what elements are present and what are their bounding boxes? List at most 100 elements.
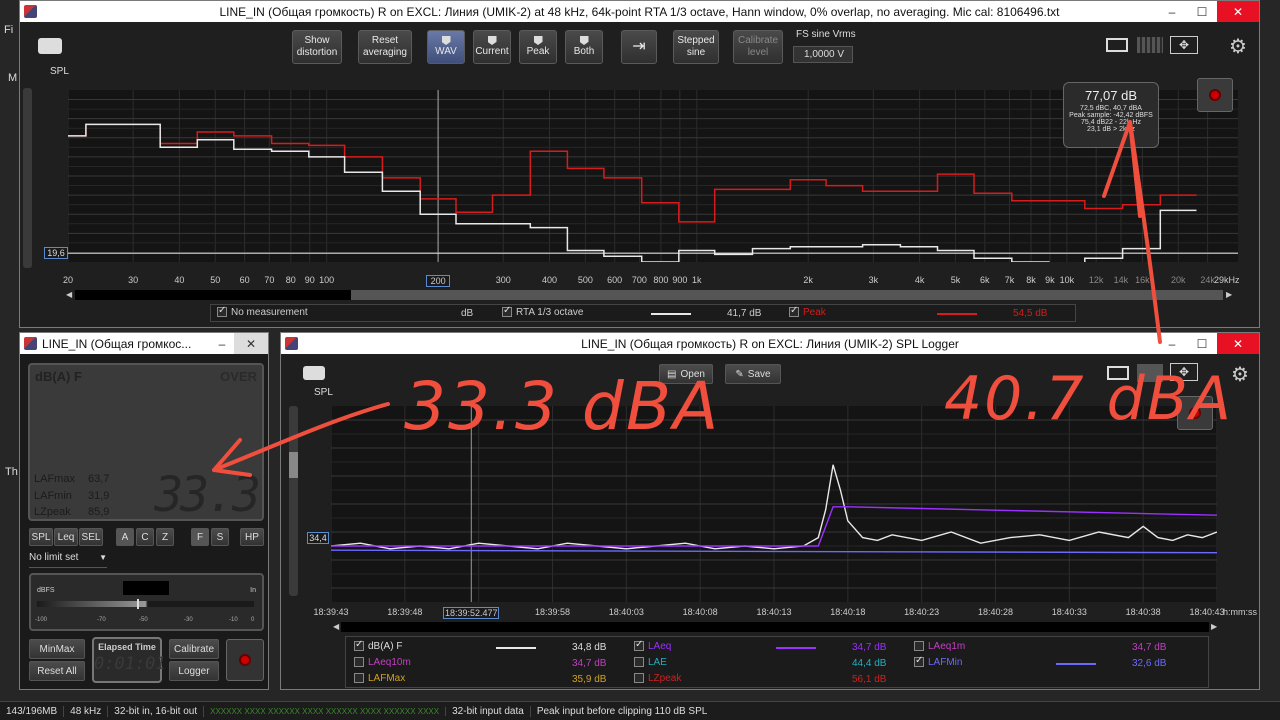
dbfs-panel: dBFS In -100 -70 -50 -30 -10 0 [29, 573, 264, 631]
peak-legend-item[interactable]: Peak [789, 305, 826, 318]
logger-scroll-right-icon[interactable]: ▶ [1211, 622, 1217, 631]
logger-close-button[interactable]: ✕ [1217, 333, 1259, 354]
logger-legend-label-7: LZpeak [648, 673, 682, 684]
sel-mode-button[interactable]: SEL [79, 528, 103, 546]
no-measurement-item[interactable]: No measurement [217, 305, 308, 318]
logger-legend-item-0[interactable]: dB(A) F [354, 639, 402, 652]
z-weight-button[interactable]: Z [156, 528, 174, 546]
save-icon: ✎ [735, 368, 744, 380]
dbfs-tick-2: -50 [139, 617, 148, 623]
peak-icon [533, 36, 543, 45]
dbfs-tick-1: -70 [97, 617, 106, 623]
reset-averaging-button[interactable]: Reset averaging [358, 30, 412, 64]
minimize-button[interactable]: – [1157, 1, 1187, 22]
no-measurement-checkbox[interactable] [217, 305, 227, 318]
logger-legend-checkbox-2[interactable] [914, 641, 924, 652]
logger-legend-item-6[interactable]: LAFMax [354, 673, 405, 684]
logger-scrollbar[interactable] [341, 622, 1209, 632]
fast-button[interactable]: F [191, 528, 209, 546]
logger-legend-item-2[interactable]: LAeq1m [914, 641, 965, 652]
logger-legend-checkbox-6[interactable] [354, 673, 364, 684]
calibrate-button[interactable]: Calibrate [169, 639, 219, 659]
fullscreen-icon[interactable]: ✥ [1170, 36, 1198, 54]
spl-mode-button[interactable]: SPL [29, 528, 53, 546]
stat-label-0: LAFmax [34, 473, 75, 485]
logger-legend-item-4[interactable]: LAE [634, 657, 667, 668]
logger-legend-item-5[interactable]: LAFMin [914, 655, 962, 668]
show-distortion-button[interactable]: Show distortion [292, 30, 342, 64]
logger-button[interactable]: Logger [169, 661, 219, 681]
slow-button[interactable]: S [211, 528, 229, 546]
logger-legend-checkbox-4[interactable] [634, 657, 644, 668]
rta-x-tick-9: 200 [426, 275, 451, 287]
export-button[interactable]: ⇥ [621, 30, 657, 64]
close-button[interactable]: ✕ [1217, 1, 1259, 22]
logger-legend-item-3[interactable]: LAeq10m [354, 657, 411, 668]
current-label: Current [475, 46, 509, 57]
stepped-sine-button[interactable]: Stepped sine [673, 30, 719, 64]
rta-legend-line [651, 313, 691, 315]
settings-gear-icon[interactable]: ⚙ [1229, 34, 1247, 59]
maximize-button[interactable]: ☐ [1187, 1, 1217, 22]
reset-all-button[interactable]: Reset All [29, 661, 85, 681]
wav-button[interactable]: WAV [427, 30, 465, 64]
save-button[interactable]: ✎ Save [725, 364, 781, 384]
logger-legend-checkbox-3[interactable] [354, 657, 364, 668]
log-x-tick-2: 18:39:52.477 [443, 607, 500, 619]
annotation-left-text: 33.3 dBA [404, 368, 721, 445]
rta-x-tick-29: 16k [1135, 275, 1150, 285]
status-bits: 32-bit in, 16-bit out [108, 705, 205, 717]
logger-camera-icon[interactable] [303, 366, 325, 380]
logger-legend-item-7[interactable]: LZpeak [634, 673, 681, 684]
rta-scrollbar[interactable] [75, 290, 1223, 300]
layout-icon[interactable] [1137, 37, 1163, 53]
calibrate-level-button[interactable]: Calibrate level [733, 30, 783, 64]
logger-level-thumb[interactable] [289, 452, 298, 478]
hp-button[interactable]: HP [240, 528, 264, 546]
logger-legend-label-2: LAeq1m [928, 641, 966, 652]
logger-minimize-button[interactable]: – [1157, 333, 1187, 354]
rta-level-bar[interactable] [23, 88, 32, 268]
logger-maximize-button[interactable]: ☐ [1187, 333, 1217, 354]
logger-legend-checkbox-0[interactable] [354, 639, 364, 652]
dbfs-tick-3: -30 [184, 617, 193, 623]
current-button[interactable]: Current [473, 30, 511, 64]
log-x-tick-6: 18:40:13 [756, 607, 792, 617]
c-weight-button[interactable]: C [136, 528, 154, 546]
camera-icon[interactable] [38, 38, 62, 54]
a-weight-button[interactable]: A [116, 528, 134, 546]
both-button[interactable]: Both [565, 30, 603, 64]
dbfs-tick-4: -10 [229, 617, 238, 623]
rta-legend-item[interactable]: RTA 1/3 octave [502, 305, 583, 318]
logger-legend-checkbox-1[interactable] [634, 639, 644, 652]
peak-button[interactable]: Peak [519, 30, 557, 64]
rta-scroll-right-icon[interactable]: ▶ [1226, 290, 1232, 299]
peak-legend-checkbox[interactable] [789, 305, 799, 318]
stat-label-1: LAFmin [34, 490, 72, 502]
elapsed-time-panel: Elapsed Time 0:01:01 [92, 637, 166, 683]
spl-meter-window: LINE_IN (Общая громкос... – ✕ dB(A) F OV… [19, 332, 269, 690]
logger-legend-checkbox-5[interactable] [914, 655, 924, 668]
background-text-fi: Fi [4, 24, 14, 36]
dbfs-tick-0: -100 [35, 617, 48, 623]
meter-record-button[interactable] [226, 639, 264, 681]
logger-level-bar[interactable] [289, 406, 298, 596]
fs-sine-input[interactable]: 1,0000 V [793, 46, 853, 63]
minmax-button[interactable]: MinMax [29, 639, 85, 659]
rta-scroll-thumb[interactable] [75, 290, 351, 300]
rta-scroll-left-icon[interactable]: ◀ [66, 290, 72, 299]
logger-settings-gear-icon[interactable]: ⚙ [1231, 362, 1249, 387]
monitor-icon[interactable] [1106, 38, 1128, 52]
rta-legend-checkbox[interactable] [502, 305, 512, 318]
logger-legend-checkbox-7[interactable] [634, 673, 644, 684]
limit-select[interactable]: No limit set ▼ [29, 552, 107, 568]
logger-scroll-left-icon[interactable]: ◀ [333, 622, 339, 631]
log-x-tick-10: 18:40:33 [1051, 607, 1087, 617]
meter-minimize-button[interactable]: – [210, 333, 234, 354]
meter-close-button[interactable]: ✕ [234, 333, 268, 354]
logger-legend-item-1[interactable]: LAeq [634, 639, 672, 652]
logger-legend-label-1: LAeq [648, 641, 672, 652]
leq-mode-button[interactable]: Leq [54, 528, 78, 546]
rta-record-button[interactable] [1197, 78, 1233, 112]
rta-x-unit: 29kHz [1214, 275, 1240, 285]
